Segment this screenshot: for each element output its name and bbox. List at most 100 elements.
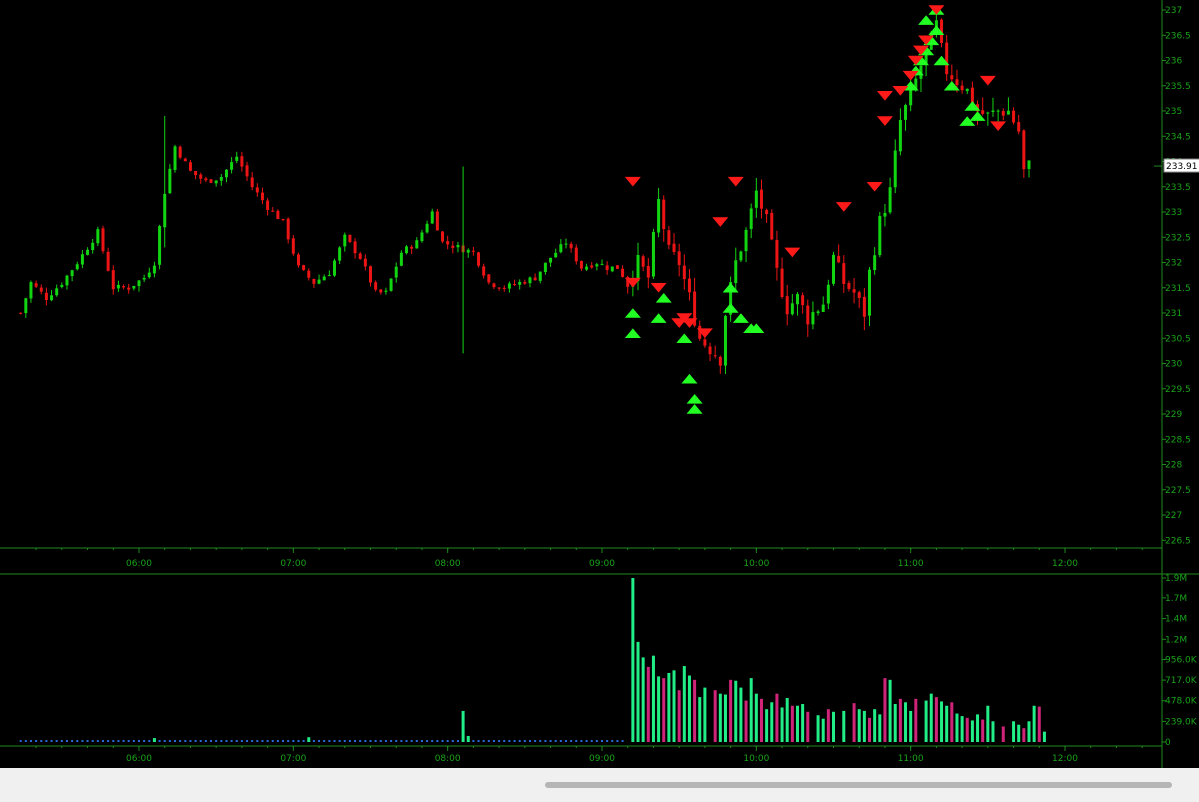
candle-body: [502, 287, 506, 290]
candle-body: [137, 280, 141, 287]
candle-body: [80, 254, 84, 265]
volume-tick-label: 1.9M: [1165, 574, 1187, 584]
volume-bar: [482, 740, 485, 742]
volume-bar: [909, 710, 913, 742]
volume-bar: [122, 740, 125, 742]
candle-body: [75, 264, 79, 270]
candle-body: [955, 79, 959, 86]
scrollbar-thumb[interactable]: [545, 782, 1172, 788]
candle-body: [158, 226, 162, 265]
volume-bar: [426, 740, 429, 742]
candle-body: [842, 263, 846, 285]
candle-body: [374, 282, 378, 290]
volume-bar: [868, 717, 872, 742]
candle-body: [477, 252, 481, 266]
volume-bar: [754, 693, 758, 742]
candle-body: [55, 288, 59, 296]
candle-body: [122, 286, 126, 288]
candle-body: [266, 200, 270, 210]
candle-body: [636, 255, 640, 281]
volume-bar: [271, 740, 274, 742]
candle-body: [235, 156, 239, 161]
candle-body: [646, 266, 650, 278]
volume-bar: [431, 740, 434, 742]
candle-body: [898, 119, 902, 152]
volume-bar: [420, 740, 423, 742]
volume-bar: [287, 740, 290, 742]
volume-bar: [785, 697, 789, 742]
candle-body: [909, 88, 913, 106]
candle-body: [338, 247, 342, 261]
candle-body: [405, 246, 409, 254]
candle-body: [291, 238, 295, 254]
volume-bar: [282, 740, 285, 742]
candle-body: [260, 192, 264, 201]
volume-bar: [883, 678, 887, 742]
volume-bar: [723, 694, 727, 742]
volume-bar: [138, 740, 140, 742]
time-tick-label: 10:00: [743, 754, 769, 764]
volume-bar: [148, 740, 151, 742]
candle-body: [615, 265, 619, 269]
volume-bar: [657, 676, 661, 742]
horizontal-scrollbar[interactable]: [0, 768, 1199, 802]
candle-body: [657, 198, 661, 233]
candle-body: [950, 75, 954, 80]
volume-bar: [174, 740, 177, 742]
volume-bar: [1017, 724, 1021, 742]
candle-body: [595, 264, 599, 267]
volume-bar: [251, 740, 254, 742]
candle-body: [559, 244, 563, 253]
volume-bar: [1037, 706, 1041, 742]
volume-bar: [960, 716, 964, 742]
volume-bar: [857, 709, 861, 742]
volume-bar: [24, 740, 27, 742]
volume-bar: [112, 740, 115, 742]
volume-bar: [436, 740, 439, 742]
volume-bar: [893, 704, 897, 742]
volume-bar: [775, 693, 779, 742]
volume-bar: [256, 740, 259, 742]
candle-body: [780, 268, 784, 297]
volume-bar: [518, 740, 521, 742]
volume-bar: [343, 740, 346, 742]
candle-body: [765, 209, 769, 215]
candle-body: [528, 277, 532, 284]
candle-body: [168, 168, 172, 194]
candle-body: [466, 249, 470, 253]
volume-bar: [981, 719, 985, 742]
candle-body: [127, 287, 131, 290]
last-price-label: 233.91: [1166, 162, 1198, 172]
chart-canvas[interactable]: 237236.5236235.5235234.5234233.5233232.5…: [0, 0, 1199, 768]
volume-bar: [575, 740, 578, 742]
candle-body: [96, 229, 100, 244]
candle-body: [188, 162, 192, 171]
volume-bar: [508, 740, 511, 742]
candle-body: [384, 290, 388, 292]
volume-bar: [570, 740, 573, 742]
candle-body: [435, 211, 439, 231]
volume-bar: [168, 740, 171, 742]
price-tick-label: 235.5: [1165, 82, 1191, 92]
time-tick-label: 09:00: [589, 754, 615, 764]
volume-bar: [780, 707, 784, 742]
volume-bar: [302, 740, 305, 742]
candle-body: [317, 279, 321, 284]
candle-body: [945, 42, 949, 75]
candle-body: [358, 253, 362, 259]
volume-bar: [369, 740, 372, 742]
candle-body: [415, 240, 419, 249]
volume-bar: [1042, 731, 1046, 742]
candle-body: [194, 170, 198, 176]
candle-body: [832, 254, 835, 284]
volume-bar: [338, 740, 341, 742]
volume-bar: [152, 738, 156, 742]
candle-body: [523, 281, 527, 284]
time-tick-label: 07:00: [280, 754, 306, 764]
volume-bar: [307, 737, 311, 742]
volume-bar: [194, 740, 197, 742]
price-tick-label: 227: [1165, 511, 1182, 521]
volume-bar: [862, 710, 866, 742]
volume-bar: [466, 735, 470, 742]
candle-body: [873, 255, 877, 271]
